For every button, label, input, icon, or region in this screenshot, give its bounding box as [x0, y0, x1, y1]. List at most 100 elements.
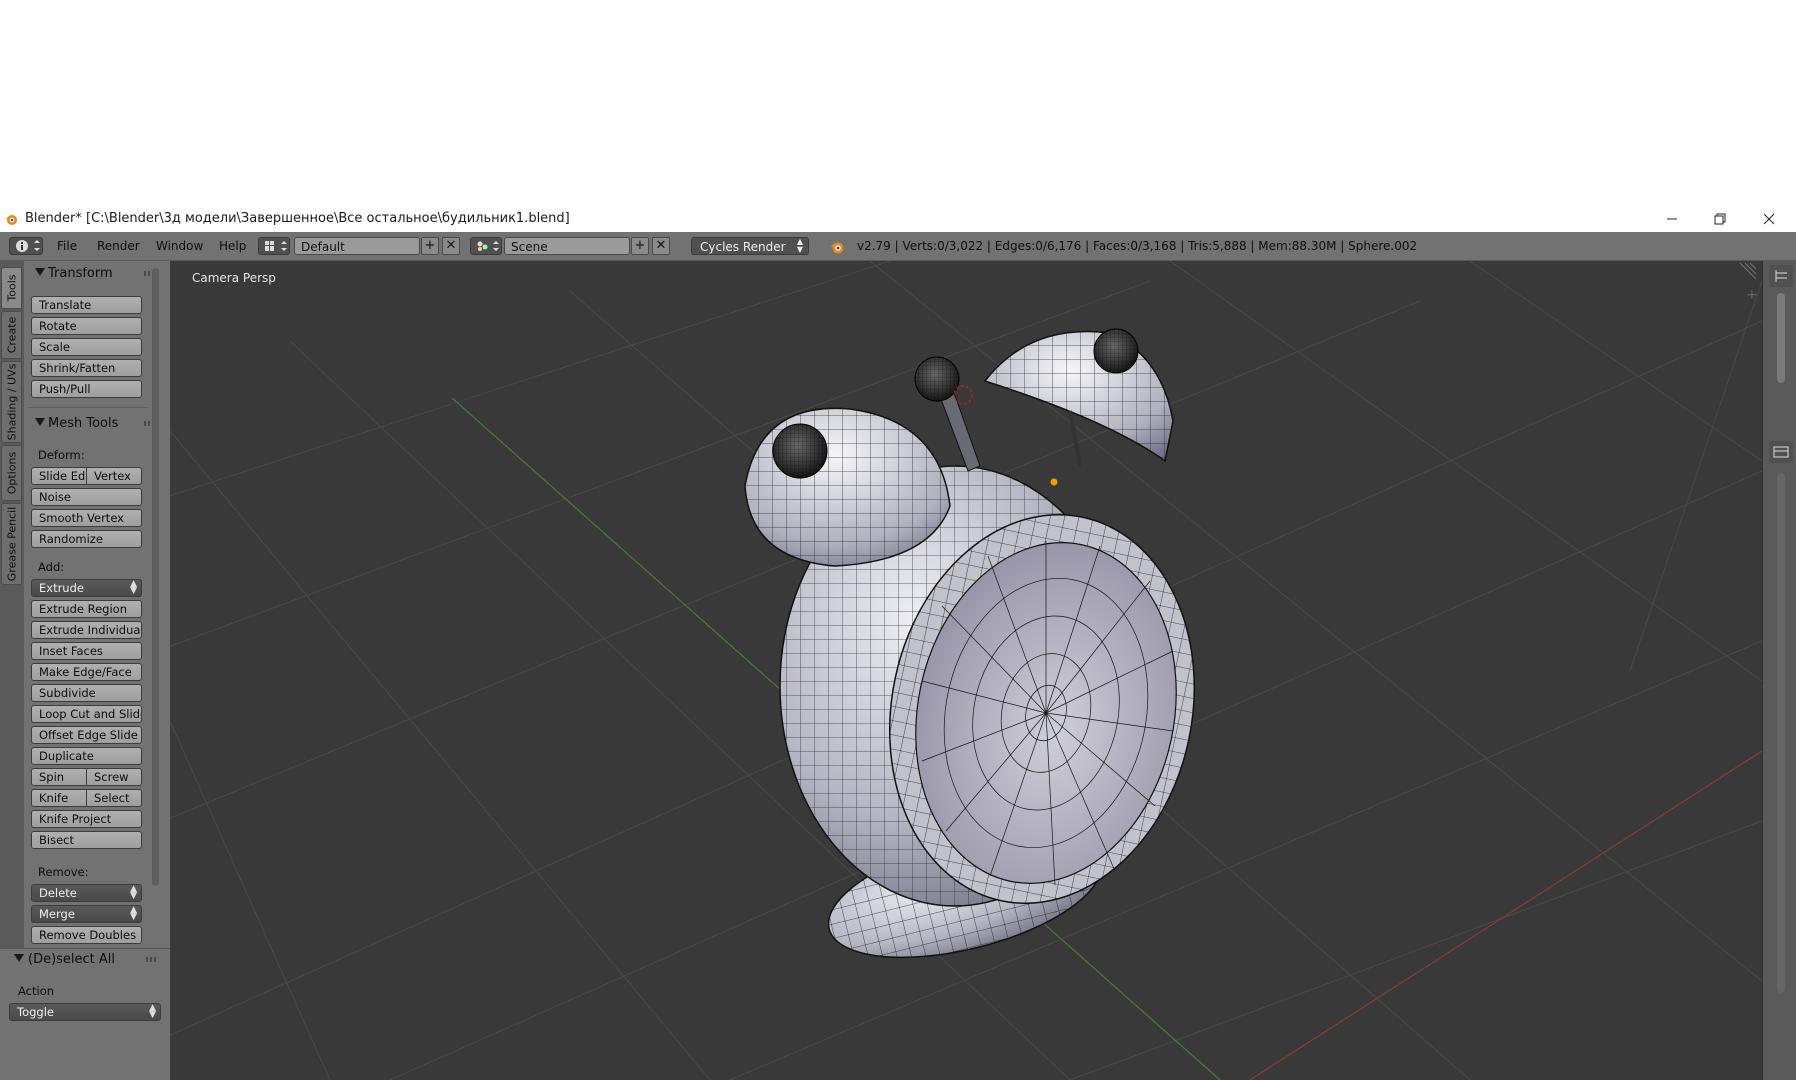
make-edge-face-button[interactable]: Make Edge/Face — [31, 663, 142, 681]
dropdown-arrows-icon: ▲ ▼ — [130, 905, 137, 922]
transform-panel-header[interactable]: Transform — [24, 263, 170, 285]
screen-layout-field[interactable]: Default — [294, 237, 420, 255]
object-origin-icon — [1050, 478, 1058, 486]
remove-label: Remove: — [38, 865, 89, 879]
merge-label: Merge — [39, 907, 75, 921]
tab-grease-pencil[interactable]: Grease Pencil — [1, 503, 22, 585]
merge-dropdown[interactable]: Merge ▲ ▼ — [31, 905, 142, 923]
subdivide-button[interactable]: Subdivide — [31, 684, 142, 702]
smooth-vertex-button[interactable]: Smooth Vertex — [31, 509, 142, 527]
outliner-button[interactable] — [1769, 265, 1793, 287]
layout-grid-icon — [265, 241, 287, 251]
slide-edge-button[interactable]: Slide Ed — [31, 467, 87, 485]
deselect-all-title: (De)select All — [28, 952, 116, 967]
tab-create-label: Create — [5, 316, 18, 354]
deselect-all-panel-header[interactable]: (De)select All — [0, 949, 170, 971]
mesh-tools-title: Mesh Tools — [48, 416, 119, 431]
menu-window[interactable]: Window — [156, 239, 203, 253]
drag-grip-icon[interactable] — [146, 957, 158, 962]
minimize-button[interactable] — [1649, 207, 1695, 231]
delete-dropdown[interactable]: Delete ▲ ▼ — [31, 884, 142, 902]
bisect-button[interactable]: Bisect — [31, 831, 142, 849]
x-axis-line — [1249, 750, 1762, 1080]
properties-icon — [1773, 446, 1789, 458]
vertex-slide-button[interactable]: Vertex — [86, 467, 142, 485]
close-button[interactable] — [1746, 207, 1792, 231]
render-engine-value: Cycles Render — [700, 240, 786, 254]
offset-edge-slide-button[interactable]: Offset Edge Slide — [31, 726, 142, 744]
x-icon: ✕ — [445, 238, 457, 253]
tab-options-label: Options — [5, 451, 18, 495]
plus-icon: + — [1746, 287, 1758, 303]
expand-triangle-icon — [35, 418, 45, 426]
inset-faces-button[interactable]: Inset Faces — [31, 642, 142, 660]
dropdown-arrows-icon: ▲ ▼ — [130, 884, 137, 901]
action-dropdown[interactable]: Toggle ▲ ▼ — [9, 1003, 161, 1021]
dropdown-arrows-icon: ▲ ▼ — [149, 1003, 156, 1020]
outliner-scrollbar[interactable] — [1777, 293, 1785, 383]
tab-grease-pencil-label: Grease Pencil — [5, 506, 18, 582]
dropdown-arrows-icon: ▲ ▼ — [130, 579, 137, 596]
editor-type-button[interactable] — [9, 237, 43, 255]
scene-icon — [477, 241, 499, 251]
menu-render[interactable]: Render — [97, 239, 140, 253]
screen-layout-icon-button[interactable] — [258, 237, 290, 255]
properties-scrollbar[interactable] — [1777, 473, 1785, 993]
expand-triangle-icon — [14, 954, 24, 962]
render-engine-select[interactable]: Cycles Render ▲ ▼ — [691, 237, 809, 255]
action-value: Toggle — [17, 1005, 54, 1019]
viewport-corner-widget — [1739, 262, 1757, 280]
properties-strip — [1762, 261, 1796, 1080]
spin-button[interactable]: Spin — [31, 768, 87, 786]
window-title: Blender* [C:\Blender\3д модели\Завершенн… — [25, 211, 570, 226]
menu-help[interactable]: Help — [219, 239, 246, 253]
knife-project-button[interactable]: Knife Project — [31, 810, 142, 828]
viewport-view-label: Camera Persp — [192, 271, 276, 285]
noise-button[interactable]: Noise — [31, 488, 142, 506]
translate-button[interactable]: Translate — [31, 296, 142, 314]
x-icon: ✕ — [655, 238, 667, 253]
scene-field[interactable]: Scene — [504, 237, 630, 255]
add-layout-button[interactable]: + — [421, 237, 439, 255]
tab-shading-uvs[interactable]: Shading / UVs — [1, 361, 22, 443]
push-pull-button[interactable]: Push/Pull — [31, 380, 142, 398]
duplicate-button[interactable]: Duplicate — [31, 747, 142, 765]
scene-icon-button[interactable] — [470, 237, 502, 255]
extrude-region-button[interactable]: Extrude Region — [31, 600, 142, 618]
screw-button[interactable]: Screw — [86, 768, 142, 786]
tab-tools[interactable]: Tools — [1, 267, 22, 309]
3d-viewport[interactable]: + Camera Persp — [170, 261, 1762, 1080]
3d-cursor-icon — [953, 385, 973, 405]
tab-options[interactable]: Options — [1, 445, 22, 501]
extrude-dropdown[interactable]: Extrude ▲ ▼ — [31, 579, 142, 597]
mesh-tools-panel-header[interactable]: Mesh Tools — [24, 413, 170, 435]
info-header: File Render Window Help Default + ✕ Scen… — [0, 232, 1796, 261]
remove-layout-button[interactable]: ✕ — [442, 237, 460, 255]
menu-file[interactable]: File — [57, 239, 77, 253]
restore-button[interactable] — [1697, 207, 1743, 231]
close-icon — [1763, 213, 1775, 225]
remove-scene-button[interactable]: ✕ — [652, 237, 670, 255]
add-scene-button[interactable]: + — [631, 237, 649, 255]
restore-icon — [1714, 213, 1726, 225]
properties-button[interactable] — [1769, 441, 1793, 463]
tool-shelf-scrollbar[interactable] — [152, 268, 159, 886]
delete-label: Delete — [39, 886, 77, 900]
outliner-icon — [1775, 270, 1787, 282]
remove-doubles-button[interactable]: Remove Doubles — [31, 926, 142, 944]
loop-cut-button[interactable]: Loop Cut and Slide — [31, 705, 142, 723]
dropdown-arrows-icon: ▲ ▼ — [796, 237, 803, 254]
knife-button[interactable]: Knife — [31, 789, 87, 807]
shrink-fatten-button[interactable]: Shrink/Fatten — [31, 359, 142, 377]
extrude-individual-button[interactable]: Extrude Individual — [31, 621, 142, 639]
randomize-button[interactable]: Randomize — [31, 530, 142, 548]
tab-create[interactable]: Create — [1, 311, 22, 359]
rotate-button[interactable]: Rotate — [31, 317, 142, 335]
info-icon — [16, 240, 40, 252]
tab-shading-uvs-label: Shading / UVs — [5, 363, 18, 441]
scale-button[interactable]: Scale — [31, 338, 142, 356]
expand-triangle-icon — [35, 268, 45, 276]
add-label: Add: — [38, 560, 65, 574]
last-operator-panel: (De)select All Action Toggle ▲ ▼ — [0, 948, 170, 1080]
knife-select-button[interactable]: Select — [86, 789, 142, 807]
